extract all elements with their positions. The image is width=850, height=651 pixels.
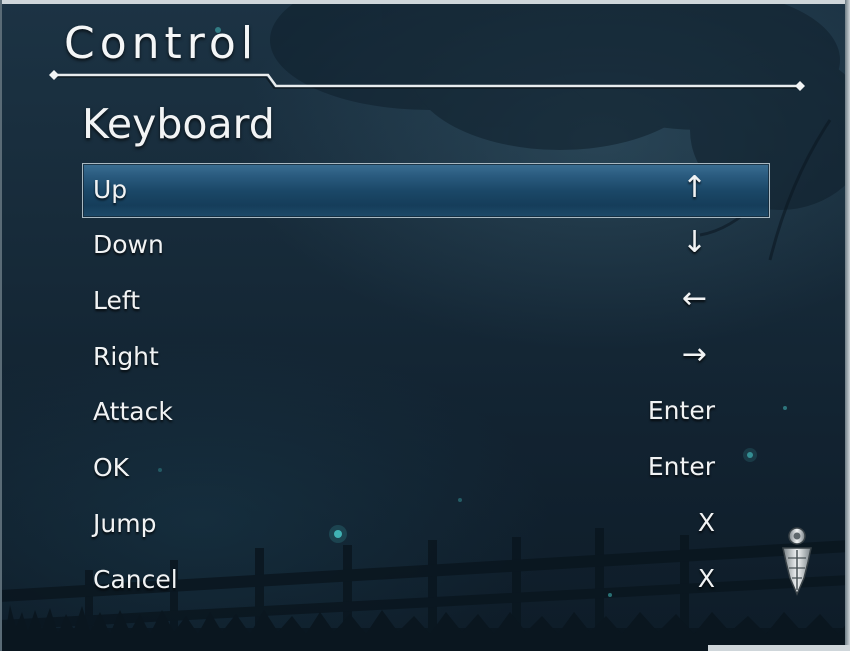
- window-frame-right: [845, 0, 850, 651]
- binding-row-up[interactable]: Up ↑: [82, 163, 770, 218]
- binding-row-attack[interactable]: Attack Enter: [82, 385, 770, 441]
- key-value: ↑: [681, 170, 707, 205]
- scroll-down-icon: [782, 527, 812, 596]
- window-frame-top: [0, 0, 850, 4]
- binding-row-jump[interactable]: Jump X: [82, 497, 770, 553]
- key-value: →: [681, 336, 707, 372]
- action-label: Jump: [93, 508, 157, 538]
- action-label: Cancel: [93, 564, 178, 594]
- window-frame-corner: [708, 645, 850, 651]
- binding-row-right[interactable]: Right →: [82, 330, 770, 386]
- binding-row-cancel[interactable]: Cancel X: [82, 553, 770, 609]
- binding-row-down[interactable]: Down ↓: [82, 218, 770, 274]
- action-label: Right: [93, 341, 159, 371]
- key-value: Enter: [647, 396, 715, 426]
- action-label: Down: [93, 230, 164, 259]
- control-settings-screen: Control Keyboard Up ↑ Down ↓ Left ← Right → Atta…: [0, 0, 850, 651]
- key-value: ←: [681, 280, 707, 316]
- key-value: X: [697, 563, 715, 593]
- window-frame-left: [0, 0, 2, 651]
- menu-title: Control: [64, 18, 259, 69]
- binding-row-ok[interactable]: OK Enter: [82, 441, 770, 497]
- action-label: Attack: [93, 397, 173, 427]
- key-value: X: [697, 507, 715, 537]
- action-label: Left: [93, 285, 141, 315]
- key-binding-list: Up ↑ Down ↓ Left ← Right → Attack Enter OK Enter Jum…: [82, 163, 770, 609]
- binding-row-left[interactable]: Left ←: [82, 274, 770, 330]
- action-label: Up: [93, 175, 128, 204]
- key-value: Enter: [647, 452, 715, 482]
- section-heading: Keyboard: [82, 100, 275, 148]
- action-label: OK: [93, 453, 130, 483]
- title-underline-ornament: [49, 70, 805, 91]
- key-value: ↓: [681, 225, 707, 260]
